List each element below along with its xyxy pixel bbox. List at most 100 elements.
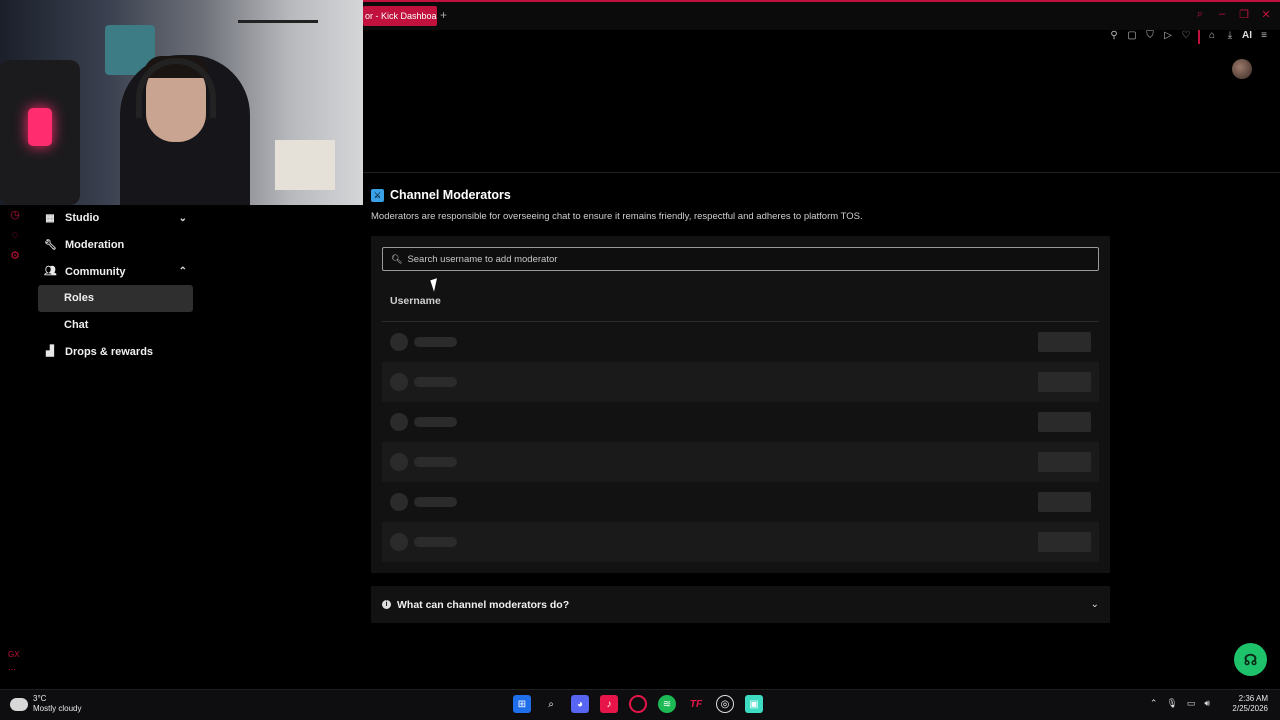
chat-icon[interactable]: ◌ bbox=[8, 229, 22, 241]
webcam-table bbox=[275, 140, 335, 190]
pin-icon[interactable]: ⚲ bbox=[1108, 30, 1120, 44]
faq-accordion[interactable]: i What can channel moderators do? ⌄ bbox=[371, 586, 1110, 623]
browser-toolbar: ⚲ ▢ ⛉ ▷ ♡ ⌂ ⤓ AI ≡ bbox=[363, 30, 1280, 46]
faq-label: What can channel moderators do? bbox=[397, 598, 570, 611]
tab-title: or - Kick Dashboard bbox=[365, 11, 437, 21]
table-row bbox=[382, 322, 1099, 362]
sidebar-item-label: Roles bbox=[64, 292, 94, 305]
page-description: Moderators are responsible for overseein… bbox=[371, 211, 863, 222]
tiktok-icon[interactable]: ♪ bbox=[600, 695, 618, 713]
webcam-overlay bbox=[0, 0, 363, 205]
sidebar-item-studio[interactable]: ▦ Studio ⌄ bbox=[38, 205, 193, 232]
tf-app-icon[interactable]: TF bbox=[687, 695, 705, 713]
moderator-search[interactable]: 🔍︎ bbox=[382, 247, 1099, 271]
sidebar-item-label: Studio bbox=[65, 212, 100, 225]
lock-icon[interactable]: ⌂ bbox=[1206, 30, 1218, 44]
skeleton-action bbox=[1038, 452, 1091, 472]
table-row bbox=[382, 362, 1099, 402]
header-divider bbox=[363, 172, 1280, 173]
table-row bbox=[382, 482, 1099, 522]
weather-widget[interactable]: 3°C Mostly cloudy bbox=[10, 694, 81, 714]
moderator-icon: ⚔ bbox=[371, 188, 384, 202]
toolbar-separator bbox=[1198, 30, 1200, 44]
search-icon[interactable]: ⌕ bbox=[542, 695, 560, 713]
discord-icon[interactable]: ◕ bbox=[571, 695, 589, 713]
search-icon: 🔍︎ bbox=[391, 253, 403, 264]
headset-icon: ☊ bbox=[1243, 651, 1258, 669]
restore-icon[interactable]: ❐ bbox=[1238, 8, 1250, 21]
tray-expand-icon[interactable]: ⌃ bbox=[1150, 698, 1158, 709]
skeleton-username bbox=[414, 497, 457, 507]
table-row bbox=[382, 442, 1099, 482]
skeleton-action bbox=[1038, 532, 1091, 552]
column-header-username[interactable]: Username bbox=[390, 295, 441, 307]
volume-icon[interactable]: 🔊︎ bbox=[1204, 698, 1210, 709]
sidebar-item-label: Moderation bbox=[65, 239, 125, 252]
left-rail-bottom: GX ⋯ bbox=[8, 650, 20, 674]
people-icon: 👥︎ bbox=[44, 266, 57, 278]
skeleton-avatar bbox=[390, 373, 408, 391]
ai-button[interactable]: AI bbox=[1242, 30, 1252, 44]
skeleton-action bbox=[1038, 372, 1091, 392]
settings-icon[interactable]: ⚙ bbox=[8, 249, 22, 262]
search-input[interactable] bbox=[407, 253, 1088, 265]
table-row bbox=[382, 522, 1099, 562]
sidebar-nav: ▦ Studio ⌄ 🔧︎ Moderation 👥︎ Community ⌃ … bbox=[38, 205, 193, 365]
close-icon[interactable]: ✕ bbox=[1260, 8, 1272, 21]
search-icon[interactable]: ⌕ bbox=[1194, 8, 1206, 21]
info-icon: i bbox=[382, 600, 391, 609]
section-header: ⚔ Channel Moderators bbox=[371, 188, 511, 202]
help-button[interactable]: ☊ bbox=[1234, 643, 1267, 676]
left-rail: ◷ ◌ ⚙ bbox=[8, 208, 22, 262]
wrench-icon: 🔧︎ bbox=[44, 239, 57, 251]
table-row bbox=[382, 402, 1099, 442]
sidebar-item-label: Community bbox=[65, 265, 126, 278]
skeleton-avatar bbox=[390, 493, 408, 511]
weather-condition: Mostly cloudy bbox=[33, 704, 82, 713]
skeleton-username bbox=[414, 537, 457, 547]
weather-temperature: 3°C bbox=[33, 694, 47, 703]
spotify-icon[interactable]: ≋ bbox=[658, 695, 676, 713]
chevron-down-icon: ⌄ bbox=[178, 212, 187, 224]
shield-icon[interactable]: ⛉ bbox=[1144, 30, 1156, 44]
skeleton-avatar bbox=[390, 533, 408, 551]
gx-icon[interactable]: GX bbox=[8, 650, 20, 659]
system-tray: ⌃ 🎙︎ ▭ 🔊︎ bbox=[1150, 698, 1210, 709]
user-avatar[interactable] bbox=[1232, 59, 1252, 79]
sidebar-item-roles[interactable]: Roles bbox=[38, 285, 193, 312]
skeleton-avatar bbox=[390, 453, 408, 471]
chevron-down-icon: ⌄ bbox=[1090, 599, 1099, 610]
windows-start-icon[interactable]: ⊞ bbox=[513, 695, 531, 713]
webcam-wall-decor bbox=[238, 20, 318, 23]
studio-icon: ▦ bbox=[45, 212, 55, 224]
page-title: Channel Moderators bbox=[390, 188, 511, 202]
chrome-icon[interactable]: ◎ bbox=[716, 695, 734, 713]
new-tab-button[interactable]: + bbox=[440, 8, 447, 22]
gift-icon: ▟ bbox=[46, 346, 54, 358]
microphone-icon[interactable]: 🎙︎ bbox=[1166, 698, 1177, 709]
taskbar-clock[interactable]: 2:36 AM 2/25/2026 bbox=[1232, 694, 1268, 714]
sidebar-item-chat[interactable]: Chat bbox=[38, 312, 193, 339]
sidebar-item-drops-rewards[interactable]: ▟ Drops & rewards bbox=[38, 338, 193, 365]
clock-icon[interactable]: ◷ bbox=[8, 208, 22, 221]
play-icon[interactable]: ▷ bbox=[1162, 30, 1174, 44]
browser-tab[interactable]: or - Kick Dashboard bbox=[363, 6, 437, 26]
menu-icon[interactable]: ≡ bbox=[1258, 30, 1270, 44]
chat-app-icon[interactable]: ▣ bbox=[745, 695, 763, 713]
skeleton-action bbox=[1038, 412, 1091, 432]
download-icon[interactable]: ⤓ bbox=[1224, 30, 1236, 44]
taskbar-apps: ⊞ ⌕ ◕ ♪ ≋ TF ◎ ▣ bbox=[513, 695, 763, 713]
screenshot-icon[interactable]: ▢ bbox=[1126, 30, 1138, 44]
minimize-icon[interactable]: – bbox=[1216, 8, 1228, 21]
sidebar-item-moderation[interactable]: 🔧︎ Moderation bbox=[38, 232, 193, 259]
display-icon[interactable]: ▭ bbox=[1187, 698, 1196, 709]
opera-gx-icon[interactable] bbox=[629, 695, 647, 713]
skeleton-action bbox=[1038, 492, 1091, 512]
more-icon[interactable]: ⋯ bbox=[8, 665, 20, 674]
heart-icon[interactable]: ♡ bbox=[1180, 30, 1192, 44]
sidebar-item-label: Drops & rewards bbox=[65, 345, 154, 358]
moderators-panel: 🔍︎ Username bbox=[371, 236, 1110, 573]
sidebar-item-community[interactable]: 👥︎ Community ⌃ bbox=[38, 258, 193, 285]
chevron-up-icon: ⌃ bbox=[178, 266, 187, 278]
sidebar-item-label: Chat bbox=[64, 319, 89, 332]
